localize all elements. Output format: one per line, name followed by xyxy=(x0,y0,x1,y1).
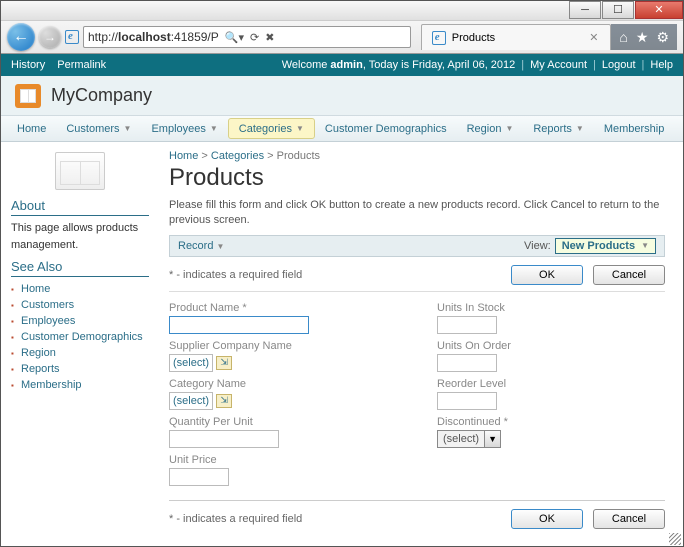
discontinued-label: Discontinued * xyxy=(437,416,665,428)
window-minimize-button[interactable]: ─ xyxy=(569,1,601,19)
qty-label: Quantity Per Unit xyxy=(169,416,397,428)
chevron-down-icon: ▼ xyxy=(505,124,513,133)
seealso-link[interactable]: Membership xyxy=(21,379,82,391)
units-in-stock-input[interactable] xyxy=(437,316,497,334)
reorder-input[interactable] xyxy=(437,392,497,410)
breadcrumb-current: Products xyxy=(277,150,320,162)
history-link[interactable]: History xyxy=(11,59,45,71)
supplier-label: Supplier Company Name xyxy=(169,340,397,352)
tab-close-icon[interactable]: ✕ xyxy=(587,31,600,44)
category-label: Category Name xyxy=(169,378,397,390)
browser-tab[interactable]: Products ✕ xyxy=(421,24,612,50)
chevron-down-icon: ▼ xyxy=(484,431,500,447)
content-area: Home > Categories > Products Products Pl… xyxy=(159,142,683,535)
required-note-bottom: * - indicates a required field xyxy=(169,513,302,525)
seealso-link[interactable]: Employees xyxy=(21,315,75,327)
qty-input[interactable] xyxy=(169,430,279,448)
chevron-down-icon: ▼ xyxy=(217,242,225,251)
search-icon[interactable]: 🔍▾ xyxy=(225,31,244,44)
page-icon xyxy=(55,152,105,190)
window-title-bar: ─ ☐ ✕ xyxy=(1,1,683,20)
favorites-icon[interactable]: ★ xyxy=(636,29,649,46)
about-body: This page allows products management. xyxy=(11,220,149,253)
seealso-heading: See Also xyxy=(11,259,149,277)
tab-title: Products xyxy=(452,32,495,44)
units-on-order-label: Units On Order xyxy=(437,340,665,352)
chevron-down-icon: ▼ xyxy=(641,241,649,250)
lookup-icon[interactable]: ⇲ xyxy=(216,394,232,408)
company-logo-icon xyxy=(15,84,41,108)
lookup-icon[interactable]: ⇲ xyxy=(216,356,232,370)
window-close-button[interactable]: ✕ xyxy=(635,1,683,19)
view-label: View: xyxy=(524,240,551,252)
seealso-link[interactable]: Customers xyxy=(21,299,74,311)
nav-customers[interactable]: Customers▼ xyxy=(56,116,141,141)
cancel-button-bottom[interactable]: Cancel xyxy=(593,509,665,529)
address-bar[interactable]: http://localhost:41859/P 🔍▾ ⟳ ✖ xyxy=(83,26,411,48)
ok-button[interactable]: OK xyxy=(511,265,583,285)
breadcrumb-categories[interactable]: Categories xyxy=(211,150,264,162)
units-in-stock-label: Units In Stock xyxy=(437,302,665,314)
unit-price-label: Unit Price xyxy=(169,454,397,466)
chevron-down-icon: ▼ xyxy=(296,124,304,133)
units-on-order-input[interactable] xyxy=(437,354,497,372)
chevron-down-icon: ▼ xyxy=(210,124,218,133)
logout-link[interactable]: Logout xyxy=(602,59,636,71)
required-note: * - indicates a required field xyxy=(169,269,302,281)
seealso-link[interactable]: Customer Demographics xyxy=(21,331,143,343)
discontinued-select[interactable]: (select)▼ xyxy=(437,430,501,448)
product-name-input[interactable] xyxy=(169,316,309,334)
chevron-down-icon: ▼ xyxy=(576,124,584,133)
sidebar: About This page allows products manageme… xyxy=(1,142,159,535)
nav-reports[interactable]: Reports▼ xyxy=(523,116,593,141)
main-nav: Home Customers▼ Employees▼ Categories▼ C… xyxy=(1,116,683,142)
page-description: Please fill this form and click OK butto… xyxy=(169,198,665,229)
app-top-bar: History Permalink Welcome admin, Today i… xyxy=(1,54,683,76)
permalink-link[interactable]: Permalink xyxy=(57,59,106,71)
nav-home[interactable]: Home xyxy=(7,116,56,141)
seealso-link[interactable]: Region xyxy=(21,347,56,359)
company-name: MyCompany xyxy=(51,85,152,106)
reorder-label: Reorder Level xyxy=(437,378,665,390)
record-menu[interactable]: Record ▼ xyxy=(178,240,224,252)
gear-icon[interactable]: ⚙ xyxy=(656,29,669,46)
product-name-label: Product Name * xyxy=(169,302,397,314)
help-link[interactable]: Help xyxy=(650,59,673,71)
view-selector[interactable]: New Products▼ xyxy=(555,238,656,254)
record-toolbar: Record ▼ View: New Products▼ xyxy=(169,235,665,257)
ie-favicon-icon xyxy=(65,30,79,44)
resize-grip-icon[interactable] xyxy=(669,533,681,545)
cancel-button[interactable]: Cancel xyxy=(593,265,665,285)
breadcrumb: Home > Categories > Products xyxy=(169,150,665,162)
unit-price-input[interactable] xyxy=(169,468,229,486)
breadcrumb-home[interactable]: Home xyxy=(169,150,198,162)
browser-forward-button[interactable]: → xyxy=(39,26,61,48)
chevron-down-icon: ▼ xyxy=(124,124,132,133)
stop-icon[interactable]: ✖ xyxy=(265,31,274,44)
home-icon[interactable]: ⌂ xyxy=(619,29,627,45)
browser-back-button[interactable]: ← xyxy=(7,23,35,51)
nav-membership[interactable]: Membership xyxy=(594,116,675,141)
about-heading: About xyxy=(11,198,149,216)
category-select[interactable]: (select) xyxy=(169,392,213,410)
my-account-link[interactable]: My Account xyxy=(530,59,587,71)
seealso-link[interactable]: Home xyxy=(21,283,50,295)
nav-categories[interactable]: Categories▼ xyxy=(228,118,315,139)
page-title: Products xyxy=(169,164,665,192)
nav-customer-demographics[interactable]: Customer Demographics xyxy=(315,116,457,141)
welcome-text: Welcome admin, Today is Friday, April 06… xyxy=(282,59,516,71)
nav-employees[interactable]: Employees▼ xyxy=(141,116,227,141)
window-maximize-button[interactable]: ☐ xyxy=(602,1,634,19)
brand-bar: MyCompany xyxy=(1,76,683,116)
nav-region[interactable]: Region▼ xyxy=(457,116,524,141)
browser-toolbar: ← → http://localhost:41859/P 🔍▾ ⟳ ✖ Prod… xyxy=(1,20,683,54)
supplier-select[interactable]: (select) xyxy=(169,354,213,372)
ok-button-bottom[interactable]: OK xyxy=(511,509,583,529)
ie-tab-icon xyxy=(432,31,446,45)
refresh-icon[interactable]: ⟳ xyxy=(250,31,259,44)
seealso-list: Home Customers Employees Customer Demogr… xyxy=(11,281,149,393)
product-form: Product Name * Units In Stock Supplier C… xyxy=(169,292,665,496)
seealso-link[interactable]: Reports xyxy=(21,363,60,375)
